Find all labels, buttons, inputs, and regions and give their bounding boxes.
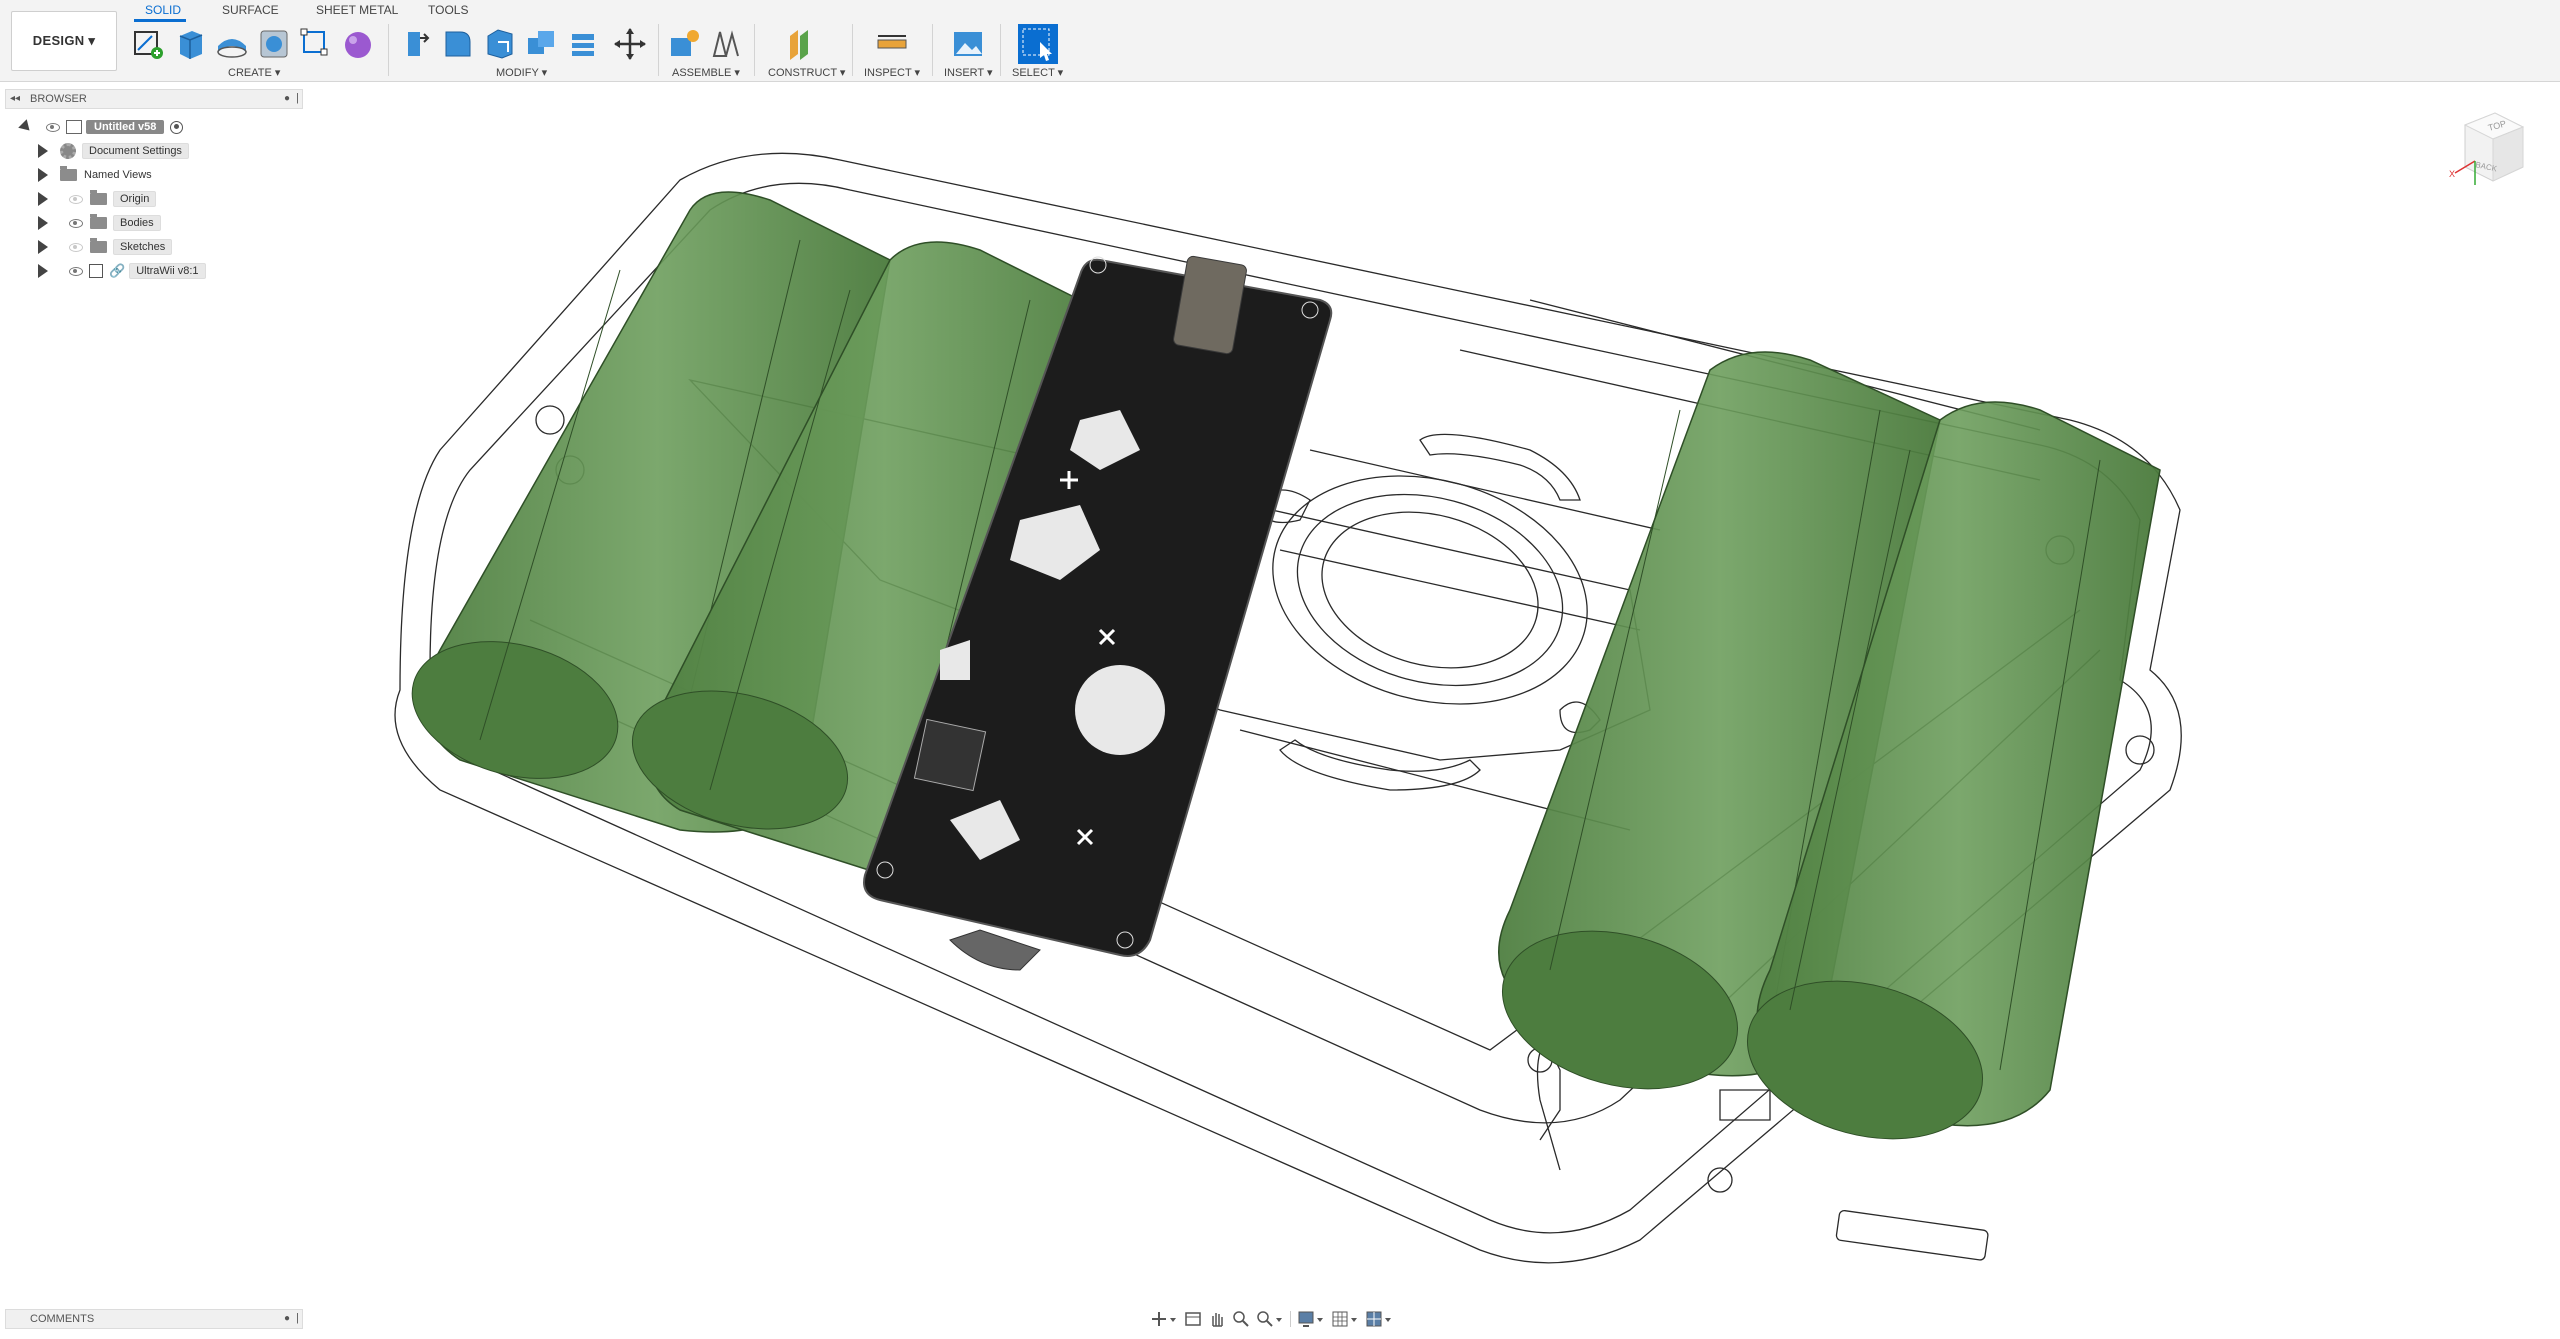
- inspect-menu[interactable]: INSPECT ▾: [864, 66, 920, 79]
- folder-icon: [60, 166, 77, 181]
- create-sketch-icon[interactable]: [130, 26, 166, 62]
- browser-item-label: Bodies: [113, 215, 161, 231]
- joint-icon[interactable]: [708, 26, 744, 62]
- offset-plane-icon[interactable]: [784, 26, 820, 62]
- browser-panel-header[interactable]: ◂◂ BROWSER ● |: [5, 89, 303, 109]
- expand-icon[interactable]: [38, 264, 48, 278]
- fillet-icon[interactable]: [440, 26, 476, 62]
- comments-title: COMMENTS: [30, 1313, 95, 1325]
- expand-icon[interactable]: [38, 144, 48, 158]
- browser-item-label: Named Views: [84, 169, 152, 181]
- grid-snaps-icon[interactable]: [1331, 1310, 1359, 1328]
- move-icon[interactable]: [612, 26, 648, 62]
- comments-panel-header[interactable]: COMMENTS ● |: [5, 1309, 303, 1329]
- toolbar-divider: [1000, 24, 1001, 76]
- tab-sheet-metal[interactable]: SHEET METAL: [316, 3, 398, 21]
- browser-item-label: Sketches: [113, 239, 173, 255]
- toolbar-divider: [852, 24, 853, 76]
- activate-radio-icon[interactable]: [170, 120, 184, 134]
- pin-icon[interactable]: ●: [284, 93, 290, 104]
- create-menu[interactable]: CREATE ▾: [228, 66, 280, 79]
- chamfer-icon[interactable]: [482, 26, 518, 62]
- tab-surface[interactable]: SURFACE: [222, 3, 279, 21]
- expand-icon[interactable]: [38, 240, 48, 254]
- design-workspace-button[interactable]: DESIGN ▾: [11, 11, 117, 71]
- look-at-icon[interactable]: [1184, 1310, 1202, 1328]
- browser-title: BROWSER: [30, 93, 87, 105]
- component-icon: [89, 264, 103, 278]
- panel-resize-icon[interactable]: |: [296, 1312, 299, 1324]
- toolbar: DESIGN ▾ SOLID SURFACE SHEET METAL TOOLS…: [0, 0, 2560, 82]
- construct-menu[interactable]: CONSTRUCT ▾: [768, 66, 845, 79]
- select-icon[interactable]: [1018, 24, 1058, 64]
- document-icon: [66, 120, 82, 134]
- browser-item-label: Origin: [113, 191, 157, 207]
- toolbar-divider: [658, 24, 659, 76]
- toolbar-divider: [388, 24, 389, 76]
- rectangular-pattern-icon[interactable]: [298, 26, 334, 62]
- browser-item-ultrawii[interactable]: 🔗 UltraWii v8:1: [38, 261, 206, 281]
- browser-item-label: Document Settings: [82, 143, 189, 159]
- form-icon[interactable]: [340, 26, 376, 62]
- orbit-icon[interactable]: [1150, 1310, 1178, 1328]
- browser-root-row[interactable]: Untitled v58: [18, 117, 184, 137]
- toolbar-divider: [932, 24, 933, 76]
- visibility-icon[interactable]: [69, 218, 83, 228]
- viewcube[interactable]: TOP BACK X: [2445, 105, 2535, 200]
- select-menu[interactable]: SELECT ▾: [1012, 66, 1063, 79]
- sweep-icon[interactable]: [256, 26, 292, 62]
- comments-add-icon[interactable]: ●: [284, 1313, 290, 1324]
- folder-icon: [90, 190, 107, 205]
- link-icon: 🔗: [109, 263, 126, 278]
- folder-icon: [90, 238, 107, 253]
- visibility-icon[interactable]: [69, 266, 83, 276]
- browser-item-sketches[interactable]: Sketches: [38, 237, 173, 257]
- axis-x-label: X: [2449, 169, 2455, 179]
- browser-item-bodies[interactable]: Bodies: [38, 213, 161, 233]
- split-body-icon[interactable]: [566, 26, 602, 62]
- fit-zoom-icon[interactable]: [1256, 1310, 1284, 1328]
- folder-icon: [90, 214, 107, 229]
- zoom-icon[interactable]: [1232, 1310, 1250, 1328]
- expand-icon[interactable]: [38, 192, 48, 206]
- expand-open-icon[interactable]: [18, 119, 34, 135]
- collapse-panel-icon[interactable]: ◂◂: [10, 93, 20, 104]
- extrude-icon[interactable]: [172, 26, 208, 62]
- measure-icon[interactable]: [874, 26, 910, 62]
- pan-icon[interactable]: [1208, 1310, 1226, 1328]
- expand-icon[interactable]: [38, 216, 48, 230]
- viewports-icon[interactable]: [1365, 1310, 1393, 1328]
- press-pull-icon[interactable]: [398, 26, 434, 62]
- assemble-menu[interactable]: ASSEMBLE ▾: [672, 66, 740, 79]
- root-document-label[interactable]: Untitled v58: [86, 120, 165, 134]
- nav-divider: [1290, 1311, 1291, 1327]
- revolve-icon[interactable]: [214, 26, 250, 62]
- model-viewport[interactable]: [380, 150, 2220, 1270]
- visibility-icon[interactable]: [46, 122, 60, 132]
- visibility-hidden-icon[interactable]: [69, 194, 83, 204]
- tab-tools[interactable]: TOOLS: [428, 3, 468, 21]
- browser-item-origin[interactable]: Origin: [38, 189, 157, 209]
- gear-icon: [60, 143, 76, 159]
- insert-menu[interactable]: INSERT ▾: [944, 66, 993, 79]
- toolbar-divider: [754, 24, 755, 76]
- browser-item-label: UltraWii v8:1: [129, 263, 206, 279]
- new-component-icon[interactable]: [666, 26, 702, 62]
- browser-item-document-settings[interactable]: Document Settings: [38, 141, 189, 161]
- tab-active-indicator: [134, 19, 186, 22]
- modify-menu[interactable]: MODIFY ▾: [496, 66, 547, 79]
- panel-resize-icon[interactable]: |: [296, 92, 299, 104]
- combine-icon[interactable]: [524, 26, 560, 62]
- browser-item-named-views[interactable]: Named Views: [38, 165, 152, 185]
- navigation-bar: [1150, 1307, 1402, 1331]
- visibility-hidden-icon[interactable]: [69, 242, 83, 252]
- display-settings-icon[interactable]: [1297, 1310, 1325, 1328]
- expand-icon[interactable]: [38, 168, 48, 182]
- insert-image-icon[interactable]: [950, 26, 986, 62]
